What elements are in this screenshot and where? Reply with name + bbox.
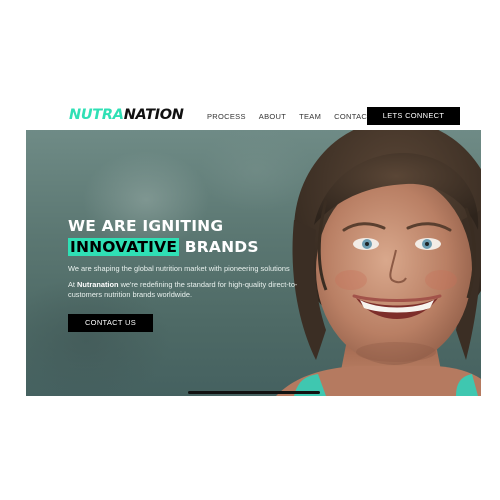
hero-body-brand: Nutranation: [77, 280, 119, 289]
hero-subtitle: We are shaping the global nutrition mark…: [68, 264, 290, 273]
main-nav: PROCESS ABOUT TEAM CONTACT: [207, 110, 372, 124]
hero-body-prefix: At: [68, 280, 78, 289]
nav-item-about[interactable]: ABOUT: [259, 110, 286, 124]
headline-rest: BRANDS: [179, 238, 259, 256]
hero-headline-line2: INNOVATIVE BRANDS: [68, 237, 259, 257]
logo-part-nation: NATION: [123, 107, 184, 123]
hero-headline-line1: WE ARE IGNITING: [68, 217, 224, 235]
hero-portrait-image: [276, 130, 481, 396]
lets-connect-button[interactable]: LETS CONNECT: [367, 107, 460, 125]
contact-us-button[interactable]: CONTACT US: [68, 314, 153, 332]
headline-highlight: INNOVATIVE: [68, 238, 180, 256]
logo-part-nutra: NUTRA: [69, 107, 124, 123]
home-indicator-bar[interactable]: [188, 391, 320, 394]
page: NUTRANATION PROCESS ABOUT TEAM CONTACT L…: [0, 0, 500, 500]
site-header: NUTRANATION PROCESS ABOUT TEAM CONTACT L…: [26, 104, 481, 128]
brand-logo[interactable]: NUTRANATION: [69, 106, 184, 124]
hero-body: At Nutranation we're redefining the stan…: [68, 280, 328, 299]
nav-item-team[interactable]: TEAM: [299, 110, 321, 124]
hero-section: WE ARE IGNITING INNOVATIVE BRANDS We are…: [26, 130, 481, 396]
nav-item-process[interactable]: PROCESS: [207, 110, 246, 124]
